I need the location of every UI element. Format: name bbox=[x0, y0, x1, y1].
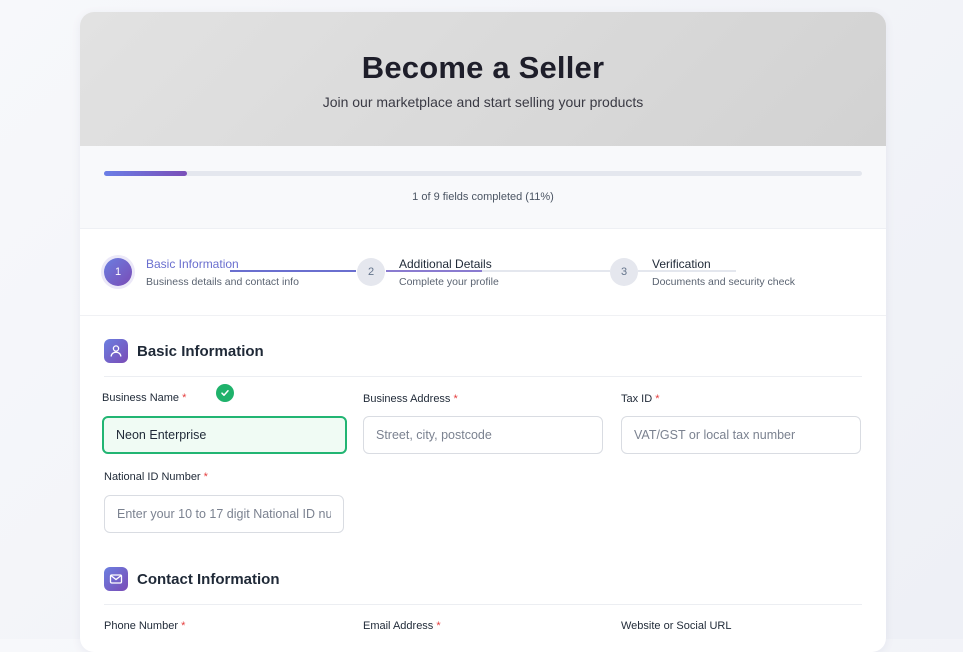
page-subtitle: Join our marketplace and start selling y… bbox=[322, 94, 644, 110]
business-name-field: Business Name * bbox=[102, 384, 347, 454]
user-icon bbox=[104, 339, 128, 363]
step-subtitle: Business details and contact info bbox=[146, 276, 299, 288]
check-icon bbox=[216, 384, 234, 402]
step-title: Basic Information bbox=[146, 257, 239, 271]
phone-label: Phone Number * bbox=[104, 620, 186, 632]
step-verification[interactable]: 3 Verification Documents and security ch… bbox=[610, 257, 795, 288]
step-subtitle: Complete your profile bbox=[399, 276, 499, 288]
section-title: Contact Information bbox=[137, 570, 280, 588]
tax-id-input[interactable] bbox=[621, 416, 861, 454]
step-title: Verification bbox=[652, 257, 711, 271]
mail-icon bbox=[104, 567, 128, 591]
website-label: Website or Social URL bbox=[621, 620, 732, 632]
step-title: Additional Details bbox=[399, 257, 492, 271]
business-address-input[interactable] bbox=[363, 416, 603, 454]
form-header: Become a Seller Join our marketplace and… bbox=[80, 12, 886, 146]
step-number: 3 bbox=[610, 258, 638, 286]
progress-section: 1 of 9 fields completed (11%) bbox=[80, 146, 886, 229]
progress-text: 1 of 9 fields completed (11%) bbox=[412, 191, 554, 203]
step-connector bbox=[638, 270, 736, 272]
seller-form-card: Become a Seller Join our marketplace and… bbox=[80, 12, 886, 652]
step-number: 1 bbox=[104, 258, 132, 286]
step-connector bbox=[386, 270, 482, 272]
national-id-label: National ID Number * bbox=[104, 471, 208, 483]
section-header: Basic Information bbox=[104, 338, 862, 377]
page-title: Become a Seller bbox=[361, 50, 605, 85]
national-id-input[interactable] bbox=[104, 495, 344, 533]
section-header: Contact Information bbox=[104, 566, 862, 605]
phone-field: Phone Number * bbox=[104, 620, 185, 636]
website-field: Website or Social URL bbox=[621, 620, 731, 636]
business-address-label: Business Address * bbox=[363, 393, 458, 405]
step-connector bbox=[230, 270, 356, 272]
tax-id-label: Tax ID * bbox=[621, 393, 660, 405]
progress-bar bbox=[104, 171, 862, 176]
step-connector bbox=[482, 270, 610, 272]
business-name-input[interactable] bbox=[102, 416, 347, 454]
step-basic-information[interactable]: 1 Basic Information Business details and… bbox=[104, 257, 299, 288]
progress-bar-fill bbox=[104, 171, 188, 176]
email-label: Email Address * bbox=[363, 620, 441, 632]
section-title: Basic Information bbox=[137, 342, 264, 360]
email-field: Email Address * bbox=[363, 620, 441, 636]
stepper: 1 Basic Information Business details and… bbox=[80, 229, 886, 316]
business-address-field: Business Address * bbox=[363, 393, 603, 454]
step-subtitle: Documents and security check bbox=[652, 276, 795, 288]
national-id-field: National ID Number * bbox=[104, 471, 344, 533]
basic-information-section: Basic Information bbox=[104, 338, 862, 377]
tax-id-field: Tax ID * bbox=[621, 393, 861, 454]
step-number: 2 bbox=[357, 258, 385, 286]
step-additional-details[interactable]: 2 Additional Details Complete your profi… bbox=[357, 257, 499, 288]
contact-information-section: Contact Information bbox=[104, 566, 862, 605]
